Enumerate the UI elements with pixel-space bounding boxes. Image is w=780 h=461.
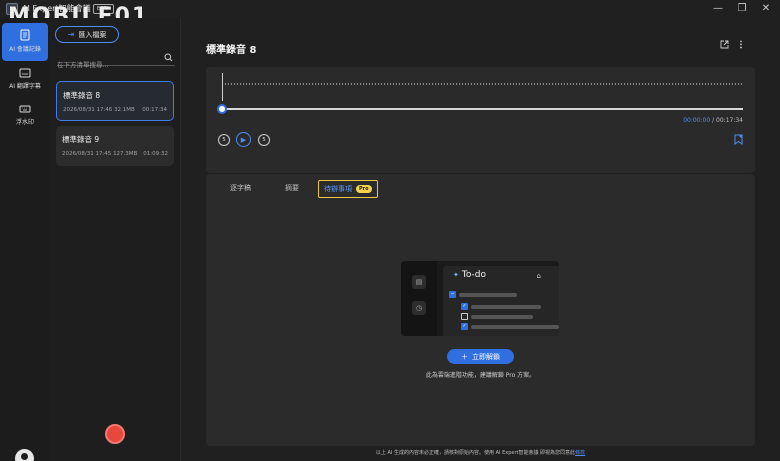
ai-disclaimer: 以上 AI 生成的內容未必正確，請核對原始內容。使用 AI Expert智能會議… xyxy=(181,449,780,456)
recording-title: 標準錄音 9 xyxy=(62,135,100,144)
search-icon[interactable] xyxy=(164,53,173,62)
record-button[interactable] xyxy=(105,424,125,444)
pro-badge: Pro xyxy=(356,185,372,193)
app-logo-icon xyxy=(6,3,18,15)
page-title: 標準錄音 8 xyxy=(206,45,257,56)
user-avatar-icon[interactable] xyxy=(15,449,34,461)
unlock-now-label: 立即解鎖 xyxy=(472,352,500,361)
nav-rail: AI 會議記錄 AI 翻譯字幕 浮水印 xyxy=(0,18,50,461)
progress-knob[interactable] xyxy=(217,104,227,114)
recording-meta: 2026/08/31 17:45 127.3MB 01:09:32 xyxy=(62,151,168,157)
tab-todo[interactable]: 待辦事項 Pro xyxy=(318,180,378,198)
skip-forward-label: 5 xyxy=(262,137,266,143)
import-icon: ⇥ xyxy=(67,30,75,39)
app-title: AI Expert智能會議 xyxy=(22,4,91,13)
total-time: 00:17:34 xyxy=(716,117,743,124)
title-bar: AI Expert智能會議 BETA MOBILE01 — ❐ ✕ xyxy=(0,0,780,29)
todo-title: ✦ To-do xyxy=(453,270,486,280)
waveform[interactable] xyxy=(222,83,742,85)
checkbox-icon: ✓ xyxy=(461,303,468,310)
terms-link[interactable]: 條款 xyxy=(575,450,585,456)
todo-card: ✦ To-do ⌂ − ✓ ✓ xyxy=(443,266,559,336)
main-panel: 標準錄音 8 00:00:00 / 00:17:34 5 ▶ 5 逐字稿 摘要 … xyxy=(181,18,780,461)
skip-forward-button[interactable]: 5 xyxy=(258,134,270,146)
rail-item-subtitles[interactable]: AI 翻譯字幕 xyxy=(2,62,48,100)
recording-card[interactable]: 標準錄音 8 2026/08/31 17:46 32.1MB 00:17:34 xyxy=(56,81,174,121)
document-icon xyxy=(20,29,30,41)
rail-item-watermark[interactable]: 浮水印 xyxy=(2,98,48,136)
sparkle-icon: ✦ xyxy=(453,271,459,279)
current-time: 00:00:00 xyxy=(683,117,711,124)
checkbox-icon: − xyxy=(449,291,456,298)
todo-illustration: ▤ ◷ ✦ To-do ⌂ − ✓ ✓ xyxy=(401,261,559,336)
import-file-button[interactable]: ⇥ 匯入檔案 xyxy=(55,26,119,43)
rail-label-watermark: 浮水印 xyxy=(15,119,34,126)
todo-title-text: To-do xyxy=(461,270,486,280)
recording-title: 標準錄音 8 xyxy=(63,91,101,100)
time-separator: / xyxy=(712,117,715,124)
close-button[interactable]: ✕ xyxy=(759,2,773,16)
tab-todo-label: 待辦事項 xyxy=(324,185,352,193)
beta-badge: BETA xyxy=(93,4,114,14)
ai-disclaimer-text: 以上 AI 生成的內容未必正確，請核對原始內容。使用 AI Expert智能會議… xyxy=(375,450,576,456)
recording-size: 32.1MB xyxy=(114,107,135,113)
recording-duration: 00:17:34 xyxy=(142,107,167,113)
checkbox-icon: ✓ xyxy=(461,323,468,330)
progress-track[interactable] xyxy=(222,108,743,110)
recording-card[interactable]: 標準錄音 9 2026/08/31 17:45 127.3MB 01:09:32 xyxy=(56,126,174,166)
tab-summary[interactable]: 摘要 xyxy=(285,183,299,193)
maximize-button[interactable]: ❐ xyxy=(735,2,749,16)
unlock-note: 此為雲端進階功能，建議解鎖 Pro 方案。 xyxy=(425,372,536,379)
minimize-button[interactable]: — xyxy=(711,2,725,16)
audio-player: 00:00:00 / 00:17:34 5 ▶ 5 xyxy=(206,67,755,173)
recording-list-panel: ⇥ 匯入檔案 標準錄音 8 2026/08/31 17:46 32.1MB 00… xyxy=(50,18,181,461)
recording-datetime: 2026/08/31 17:45 xyxy=(62,151,112,157)
recording-meta: 2026/08/31 17:46 32.1MB 00:17:34 xyxy=(63,107,167,113)
rail-label-subtitles: AI 翻譯字幕 xyxy=(9,83,41,90)
recording-datetime: 2026/08/31 17:46 xyxy=(63,107,113,113)
export-icon[interactable] xyxy=(720,40,729,49)
import-file-label: 匯入檔案 xyxy=(78,30,107,39)
rail-item-meeting-notes[interactable]: AI 會議記錄 xyxy=(2,23,48,61)
content-tabs-panel: 逐字稿 摘要 待辦事項 Pro ▤ ◷ ✦ To-do ⌂ − ✓ ✓ ＋ 立即… xyxy=(206,174,755,446)
more-options-icon[interactable] xyxy=(739,40,743,49)
rail-label-meeting-notes: AI 會議記錄 xyxy=(9,46,41,53)
play-button[interactable]: ▶ xyxy=(236,132,251,147)
play-icon: ▶ xyxy=(240,135,247,144)
skip-back-button[interactable]: 5 xyxy=(218,134,230,146)
plus-icon: ＋ xyxy=(461,352,468,361)
checkbox-icon xyxy=(461,313,468,320)
tab-transcript[interactable]: 逐字稿 xyxy=(230,183,251,193)
clock-icon: ◷ xyxy=(412,301,426,315)
bookmark-icon[interactable] xyxy=(734,134,743,145)
search-input[interactable] xyxy=(57,58,157,72)
playhead[interactable] xyxy=(222,73,223,101)
unlock-now-button[interactable]: ＋ 立即解鎖 xyxy=(447,349,514,364)
app-window: AI Expert智能會議 BETA MOBILE01 — ❐ ✕ AI 會議記… xyxy=(0,0,780,461)
skip-back-label: 5 xyxy=(222,137,226,143)
recording-duration: 01:09:32 xyxy=(143,151,168,157)
pin-icon: ⌂ xyxy=(536,272,541,280)
subtitle-icon xyxy=(19,68,31,78)
recording-size: 127.3MB xyxy=(113,151,138,157)
note-icon: ▤ xyxy=(412,275,426,289)
keyboard-icon xyxy=(19,105,31,113)
search-bar xyxy=(57,52,175,72)
time-readout: 00:00:00 / 00:17:34 xyxy=(683,117,743,124)
